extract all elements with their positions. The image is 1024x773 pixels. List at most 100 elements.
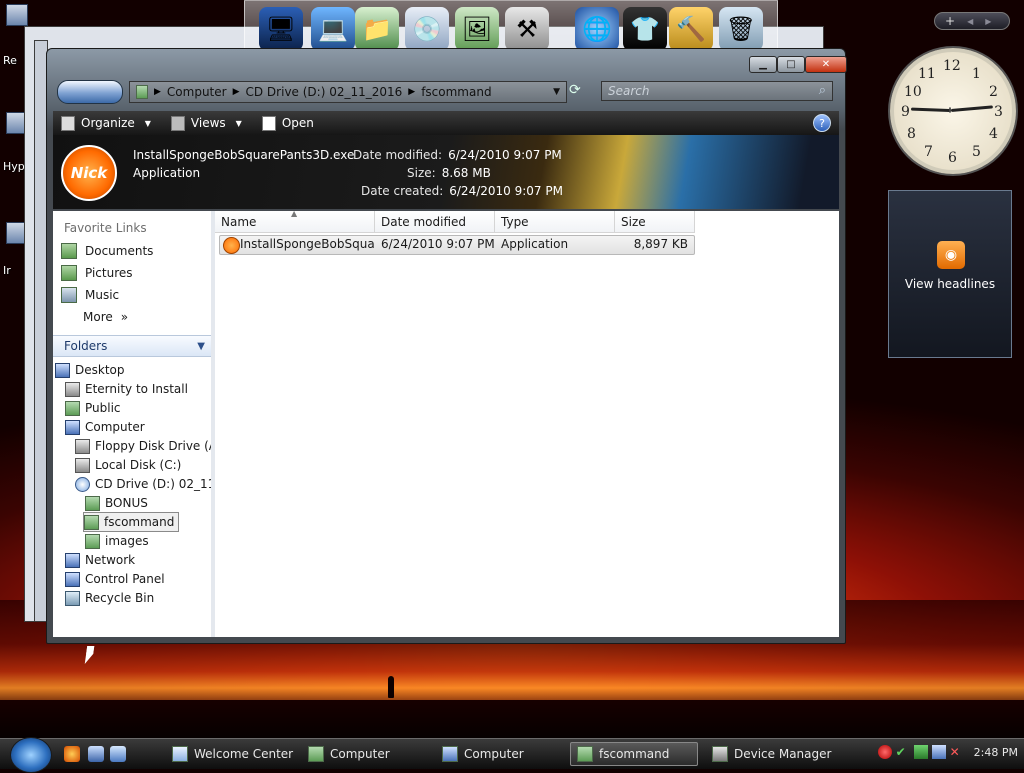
pictures-folder-icon[interactable]: 🖼 [455, 7, 499, 51]
explorer-window[interactable]: ▁ □ ✕ ▶ Computer ▶ CD Drive (D:) 02_11_2… [46, 48, 847, 644]
search-input[interactable]: Search ⌕ [601, 81, 833, 101]
back-forward-buttons[interactable] [57, 80, 123, 104]
search-icon[interactable]: ⌕ [819, 83, 826, 98]
task-computer-1[interactable]: Computer [302, 742, 430, 766]
navigation-bar: ▶ Computer ▶ CD Drive (D:) 02_11_2016 ▶ … [57, 79, 833, 105]
details-pane: Nick InstallSpongeBobSquarePants3D.exe A… [53, 135, 839, 209]
refresh-icon[interactable]: ⟳ [569, 82, 587, 100]
monitor-icon[interactable]: 🖥 [259, 7, 303, 51]
hammer-icon[interactable]: 🔨 [669, 7, 713, 51]
close-button[interactable]: ✕ [805, 56, 847, 73]
globe-icon[interactable]: 🌐 [575, 7, 619, 51]
tree-item-floppy[interactable]: Floppy Disk Drive (A:) [75, 437, 226, 455]
network-tray-icon[interactable] [931, 745, 946, 759]
feed-headlines-gadget[interactable]: ◉ View headlines [888, 190, 1012, 358]
folder-icon [65, 400, 80, 416]
folder-icon [577, 746, 593, 762]
recycle-bin-icon[interactable]: 🗑 [719, 7, 763, 51]
control-panel-icon [65, 571, 80, 587]
minimize-button[interactable]: ▁ [749, 56, 777, 73]
breadcrumb-separator-icon: ▶ [408, 87, 416, 97]
favorite-link-pictures[interactable]: Pictures [61, 263, 133, 283]
sidebar-controls[interactable]: + ◀ ▶ [934, 12, 1010, 30]
tree-item-computer[interactable]: Computer [65, 418, 145, 436]
tree-item-bonus[interactable]: BONUS [85, 494, 148, 512]
tree-item-recycle-bin[interactable]: Recycle Bin [65, 589, 154, 607]
firefox-icon[interactable] [64, 746, 80, 762]
tree-item-fscommand[interactable]: fscommand [83, 512, 180, 532]
task-computer-2[interactable]: Computer [436, 742, 564, 766]
open-button[interactable]: Open [261, 115, 314, 131]
organize-label: Organize [81, 116, 135, 130]
views-button[interactable]: Views ▼ [170, 115, 242, 131]
taskbar-clock[interactable]: 2:48 PM [974, 746, 1018, 759]
rss-icon[interactable]: ◉ [937, 241, 965, 269]
floppy-disk-icon [75, 438, 90, 454]
tree-item-network[interactable]: Network [65, 551, 135, 569]
favorite-link-music[interactable]: Music [61, 285, 119, 305]
security-alert-icon[interactable] [877, 745, 892, 759]
desktop-label-hyp: Hyp [3, 160, 25, 173]
switch-windows-icon[interactable] [110, 746, 126, 762]
clock-gadget[interactable]: 12 1 2 3 4 5 6 7 8 9 10 11 [890, 48, 1016, 174]
tree-item-images[interactable]: images [85, 532, 149, 550]
show-desktop-icon[interactable] [88, 746, 104, 762]
file-list[interactable]: ▲ Name Date modified Type Size InstallSp… [215, 209, 839, 637]
add-gadget-icon[interactable]: + [945, 14, 955, 28]
file-date-modified: 6/24/2010 9:07 PM [381, 237, 495, 251]
folder-icon [136, 85, 148, 99]
tree-item-eternity[interactable]: Eternity to Install [65, 380, 188, 398]
maximize-button[interactable]: □ [777, 56, 805, 73]
documents-icon [61, 243, 77, 259]
music-disc-icon[interactable]: 💿 [405, 7, 449, 51]
folders-header[interactable]: Folders ▼ [53, 335, 211, 357]
hard-disk-icon [75, 457, 90, 473]
breadcrumb-cd-drive[interactable]: CD Drive (D:) 02_11_2016 [246, 85, 403, 99]
tshirt-icon[interactable]: 👕 [623, 7, 667, 51]
tree-item-public[interactable]: Public [65, 399, 121, 417]
volume-muted-icon[interactable]: ✕ [950, 745, 964, 759]
windows-update-icon[interactable] [913, 745, 928, 759]
sort-ascending-icon: ▲ [291, 209, 298, 218]
next-icon[interactable]: ▶ [985, 17, 991, 26]
column-header-date-modified[interactable]: Date modified [375, 211, 495, 233]
views-caret-icon: ▼ [235, 118, 242, 128]
previous-icon[interactable]: ◀ [967, 17, 973, 26]
more-favorites-link[interactable]: More » [83, 307, 128, 327]
desktop-icon [55, 362, 70, 378]
favorite-link-documents[interactable]: Documents [61, 241, 153, 261]
cd-drive-icon [75, 476, 90, 492]
task-device-manager[interactable]: Device Manager [706, 742, 842, 766]
tools-icon[interactable]: ⚒ [505, 7, 549, 51]
organize-button[interactable]: Organize ▼ [61, 115, 151, 131]
documents-folder-icon[interactable]: 📁 [355, 7, 399, 51]
chevron-down-icon[interactable]: ▼ [197, 341, 205, 352]
clock-hour-hand [910, 107, 952, 112]
breadcrumb-computer[interactable]: Computer [167, 85, 227, 99]
tree-item-desktop[interactable]: Desktop [55, 361, 125, 379]
column-header-type[interactable]: Type [495, 211, 615, 233]
ground [0, 700, 1024, 740]
details-filetype: Application [133, 166, 201, 180]
details-size: Size: 8.68 MB [407, 166, 491, 180]
column-header-size[interactable]: Size [615, 211, 695, 233]
help-icon[interactable]: ? [813, 114, 831, 132]
views-icon [170, 115, 185, 131]
safely-remove-icon[interactable]: ✔ [896, 745, 910, 759]
tree-item-control-panel[interactable]: Control Panel [65, 570, 165, 588]
task-welcome-center[interactable]: Welcome Center [166, 742, 294, 766]
view-headlines-link[interactable]: View headlines [889, 277, 1011, 291]
silhouette-figure [388, 676, 394, 698]
file-row[interactable]: InstallSpongeBobSqua... 6/24/2010 9:07 P… [219, 235, 695, 255]
column-header-name[interactable]: ▲ Name [215, 209, 375, 233]
tree-item-local-disk[interactable]: Local Disk (C:) [75, 456, 181, 474]
computer-network-icon[interactable]: 💻 [311, 7, 355, 51]
address-dropdown-icon[interactable]: ▼ [553, 87, 560, 97]
recycle-bin-desktop-icon[interactable] [6, 4, 28, 26]
folder-icon [85, 533, 100, 549]
organize-caret-icon: ▼ [144, 118, 151, 128]
task-fscommand[interactable]: fscommand [570, 742, 698, 766]
breadcrumb-fscommand[interactable]: fscommand [421, 85, 491, 99]
breadcrumb-separator-icon: ▶ [232, 87, 240, 97]
address-bar[interactable]: ▶ Computer ▶ CD Drive (D:) 02_11_2016 ▶ … [129, 81, 567, 103]
